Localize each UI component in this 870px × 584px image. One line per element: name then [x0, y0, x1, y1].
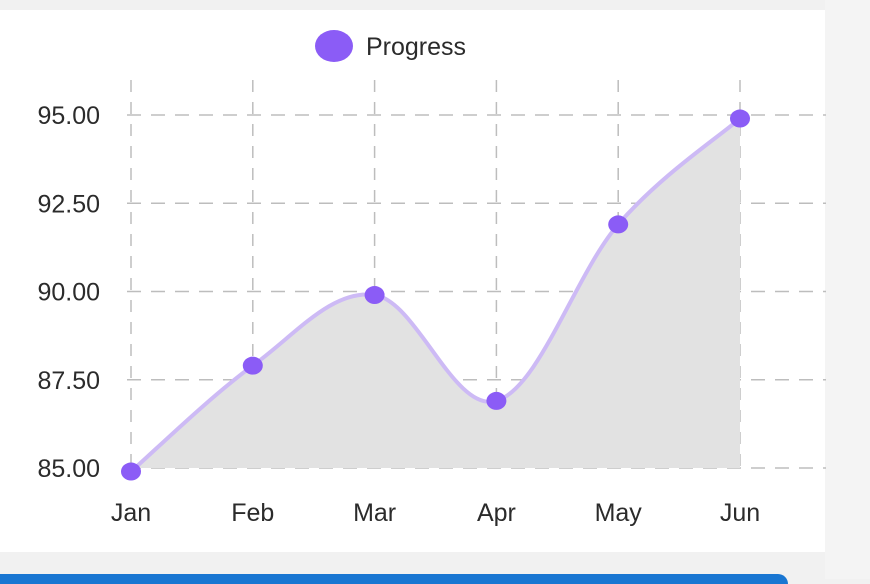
x-axis-ticks: Jan Feb Mar Apr May Jun: [111, 499, 760, 527]
data-point-may: [608, 215, 629, 234]
x-tick-label: Jun: [720, 499, 760, 527]
x-tick-label: Feb: [231, 499, 274, 527]
y-tick-label: 95.00: [37, 102, 100, 130]
data-point-feb: [242, 356, 263, 375]
progress-chart: 85.00 87.50 90.00 92.50 95.00 Jan Feb Mar Apr Ma…: [37, 30, 826, 527]
x-tick-label: Jan: [111, 499, 151, 527]
data-point-apr: [486, 391, 507, 410]
area-fill: [131, 118, 740, 472]
y-tick-label: 92.50: [37, 190, 100, 218]
data-point-jun: [730, 109, 750, 128]
y-tick-label: 90.00: [37, 279, 100, 307]
legend-swatch: [315, 30, 353, 62]
x-tick-label: Mar: [353, 499, 396, 527]
legend[interactable]: Progress: [315, 30, 466, 62]
data-point-mar: [364, 286, 385, 305]
data-point-jan: [121, 462, 141, 481]
y-tick-label: 87.50: [37, 367, 100, 395]
legend-label: Progress: [366, 33, 466, 61]
y-tick-label: 85.00: [37, 455, 100, 483]
y-axis-ticks: 85.00 87.50 90.00 92.50 95.00: [37, 102, 100, 483]
x-tick-label: Apr: [477, 499, 516, 527]
x-tick-label: May: [595, 499, 643, 527]
